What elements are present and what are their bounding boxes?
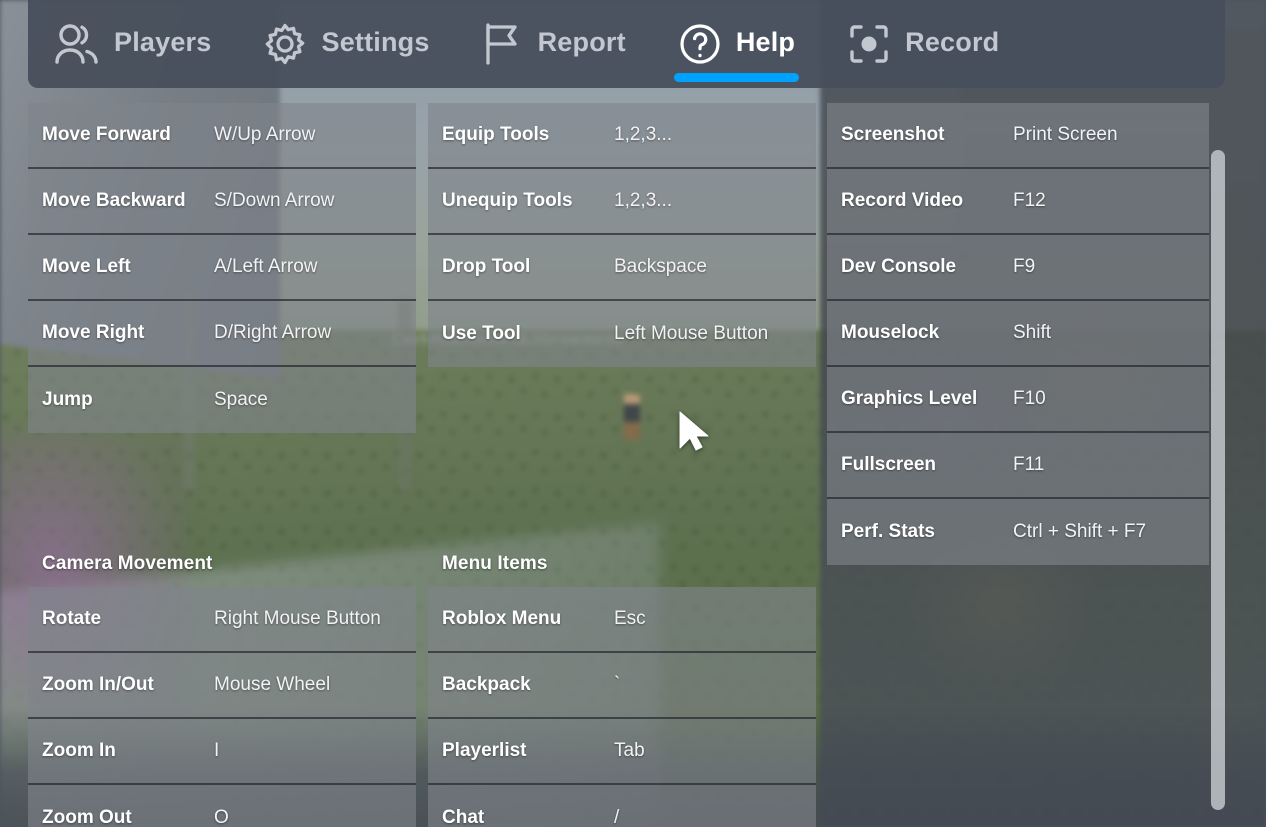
keybind-key: A/Left Arrow [214,256,402,278]
table-row: Use Tool Left Mouse Button [428,301,816,367]
keybind-key: Space [214,389,402,411]
table-row: Zoom In/Out Mouse Wheel [28,653,416,719]
table-row: Move Backward S/Down Arrow [28,169,416,235]
keybind-key: I [214,740,402,762]
keybind-action: Use Tool [442,323,614,345]
keybind-key: W/Up Arrow [214,124,402,146]
keybind-action: Equip Tools [442,124,614,146]
keybind-key: Esc [614,608,802,630]
keybind-action: Roblox Menu [442,608,614,630]
table-row: Screenshot Print Screen [827,103,1209,169]
table-row: Zoom In I [28,719,416,785]
table-row: Jump Space [28,367,416,433]
table-row: Mouselock Shift [827,301,1209,367]
keybind-key: O [214,807,402,827]
keybind-key: 1,2,3... [614,124,802,146]
keybind-table-camera: Camera Movement Rotate Right Mouse Butto… [28,553,416,827]
keybind-action: Backpack [442,674,614,696]
table-row: Backpack ` [428,653,816,719]
keybind-action: Mouselock [841,322,1013,344]
keybind-table-system: Screenshot Print Screen Record Video F12… [827,103,1209,565]
table-row: Chat / [428,785,816,827]
keybind-key: Left Mouse Button [614,323,802,345]
game-screen: Cool-Hawkmoon3Lit1eowmaow Players [0,0,1266,827]
section-title-menu-items: Menu Items [428,553,816,587]
tab-help[interactable]: Help [652,0,821,88]
keybind-action: Move Right [42,322,214,344]
keybind-key: Right Mouse Button [214,608,402,630]
tab-active-underline [674,73,799,82]
keybind-key: Backspace [614,256,802,278]
keybind-action: Fullscreen [841,454,1013,476]
keybind-key: Print Screen [1013,124,1195,146]
table-row: Roblox Menu Esc [428,587,816,653]
scrollbar-thumb[interactable] [1211,150,1225,810]
keybind-key: F10 [1013,388,1195,410]
tab-players[interactable]: Players [28,0,237,88]
keybind-table-movement: Move Forward W/Up Arrow Move Backward S/… [28,103,416,433]
keybind-key: / [614,807,802,827]
tab-help-label: Help [736,29,795,60]
table-row: Move Right D/Right Arrow [28,301,416,367]
table-row: Playerlist Tab [428,719,816,785]
table-row: Record Video F12 [827,169,1209,235]
keybind-key: F12 [1013,190,1195,212]
tab-settings-label: Settings [321,29,429,60]
people-icon [54,23,100,65]
table-row: Drop Tool Backspace [428,235,816,301]
table-row: Fullscreen F11 [827,433,1209,499]
keybind-action: Screenshot [841,124,1013,146]
keybind-action: Jump [42,389,214,411]
tab-record-label: Record [905,29,999,60]
tab-report-label: Report [538,29,626,60]
record-icon [847,22,891,66]
table-row: Zoom Out O [28,785,416,827]
tab-record[interactable]: Record [821,0,1025,88]
keybind-action: Dev Console [841,256,1013,278]
table-row: Rotate Right Mouse Button [28,587,416,653]
background-character [624,394,640,440]
keybind-action: Move Left [42,256,214,278]
table-row: Perf. Stats Ctrl + Shift + F7 [827,499,1209,565]
keybind-action: Unequip Tools [442,190,614,212]
tab-players-label: Players [114,29,211,60]
table-row: Unequip Tools 1,2,3... [428,169,816,235]
keybind-table-menu-items: Menu Items Roblox Menu Esc Backpack ` Pl… [428,553,816,827]
menu-tab-bar: Players Settings Report [28,0,1225,88]
keybind-action: Perf. Stats [841,521,1013,543]
table-row: Move Forward W/Up Arrow [28,103,416,169]
keybind-action: Playerlist [442,740,614,762]
keybind-action: Record Video [841,190,1013,212]
keybind-action: Move Backward [42,190,214,212]
keybind-key: Tab [614,740,802,762]
keybind-action: Chat [442,807,614,827]
keybind-action: Drop Tool [442,256,614,278]
table-row: Graphics Level F10 [827,367,1209,433]
flag-icon [482,22,524,66]
tab-report[interactable]: Report [456,0,652,88]
keybind-action: Zoom In [42,740,214,762]
table-row: Move Left A/Left Arrow [28,235,416,301]
keybind-key: F11 [1013,454,1195,476]
keybind-table-tools: Equip Tools 1,2,3... Unequip Tools 1,2,3… [428,103,816,367]
keybind-key: D/Right Arrow [214,322,402,344]
keybind-action: Zoom In/Out [42,674,214,696]
keybind-action: Move Forward [42,124,214,146]
keybind-key: S/Down Arrow [214,190,402,212]
question-circle-icon [678,22,722,66]
keybind-key: Mouse Wheel [214,674,402,696]
keybind-action: Rotate [42,608,214,630]
table-row: Equip Tools 1,2,3... [428,103,816,169]
keybind-key: Ctrl + Shift + F7 [1013,521,1195,543]
keybind-key: F9 [1013,256,1195,278]
table-row: Dev Console F9 [827,235,1209,301]
keybind-key: 1,2,3... [614,190,802,212]
section-title-camera-movement: Camera Movement [28,553,416,587]
keybind-action: Graphics Level [841,388,1013,410]
keybind-action: Zoom Out [42,807,214,827]
keybind-key: ` [614,674,802,696]
keybind-key: Shift [1013,322,1195,344]
gear-icon [263,22,307,66]
tab-settings[interactable]: Settings [237,0,455,88]
